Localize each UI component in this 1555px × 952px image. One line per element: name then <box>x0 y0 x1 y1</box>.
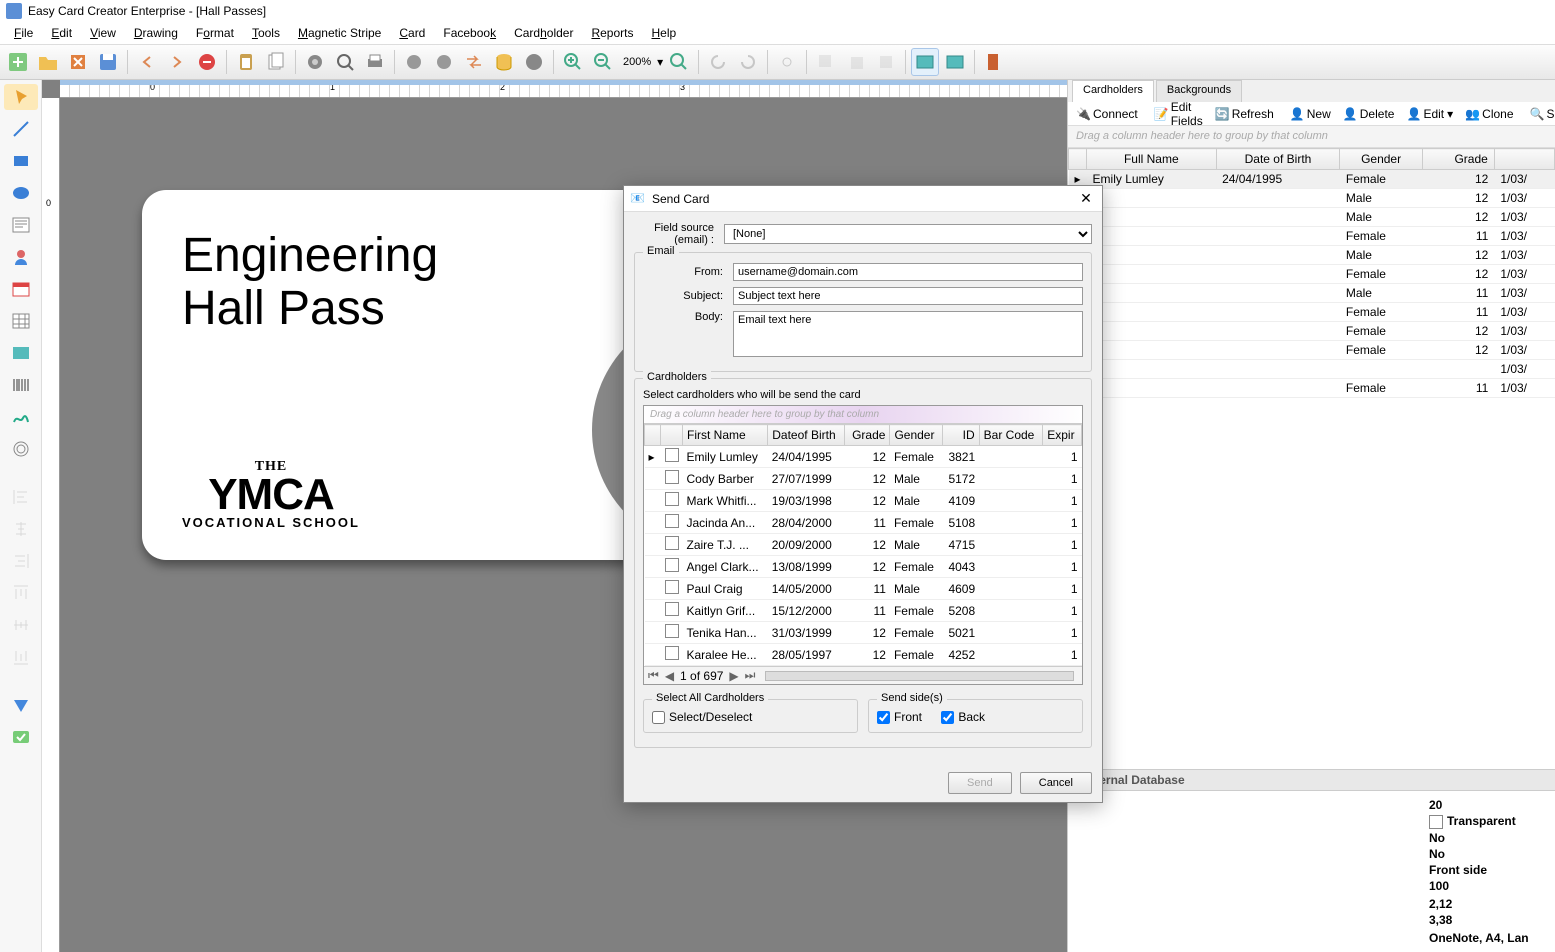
pager-next-icon[interactable]: ▶ <box>729 669 738 683</box>
row-checkbox[interactable] <box>665 536 679 550</box>
row-checkbox[interactable] <box>665 448 679 462</box>
table-row[interactable]: Paul Craig14/05/200011Male46091 <box>645 578 1082 600</box>
pager-last-icon[interactable]: ⏭ <box>745 668 756 683</box>
select-deselect-checkbox[interactable]: Select/Deselect <box>652 710 752 724</box>
subject-input[interactable] <box>733 287 1083 305</box>
front-checkbox[interactable]: Front <box>877 710 922 724</box>
send-card-dialog: 📧 Send Card ✕ Field source (email) : [No… <box>623 185 1103 803</box>
field-source-select[interactable]: [None] <box>724 224 1092 244</box>
cancel-button[interactable]: Cancel <box>1020 772 1092 794</box>
dialog-icon: 📧 <box>630 191 646 207</box>
row-checkbox[interactable] <box>665 470 679 484</box>
body-label: Body: <box>643 311 733 323</box>
dialog-title: Send Card <box>652 192 709 206</box>
row-checkbox[interactable] <box>665 492 679 506</box>
row-checkbox[interactable] <box>665 514 679 528</box>
row-checkbox[interactable] <box>665 602 679 616</box>
pager-scrollbar[interactable] <box>765 671 1074 681</box>
table-row[interactable]: Tenika Han...31/03/199912Female50211 <box>645 622 1082 644</box>
send-button[interactable]: Send <box>948 772 1012 794</box>
table-row[interactable]: Jacinda An...28/04/200011Female51081 <box>645 512 1082 534</box>
table-row[interactable]: Kaitlyn Grif...15/12/200011Female52081 <box>645 600 1082 622</box>
row-checkbox[interactable] <box>665 646 679 660</box>
cardholders-group: Cardholders Select cardholders who will … <box>634 378 1092 748</box>
from-input[interactable] <box>733 263 1083 281</box>
pager-prev-icon[interactable]: ◀ <box>665 669 674 683</box>
back-checkbox[interactable]: Back <box>941 710 985 724</box>
close-button[interactable]: ✕ <box>1076 190 1096 207</box>
subject-label: Subject: <box>643 290 733 302</box>
send-side-group: Send side(s) Front Back <box>868 699 1083 733</box>
pager-text: 1 of 697 <box>680 669 723 683</box>
table-row[interactable]: Angel Clark...13/08/199912Female40431 <box>645 556 1082 578</box>
email-group: Email From: Subject: Body:Email text her… <box>634 252 1092 372</box>
dialog-pager[interactable]: ⏮ ◀ 1 of 697 ▶ ⏭ <box>644 666 1082 684</box>
row-checkbox[interactable] <box>665 558 679 572</box>
row-checkbox[interactable] <box>665 580 679 594</box>
cardholders-hint: Select cardholders who will be send the … <box>643 389 1083 401</box>
row-checkbox[interactable] <box>665 624 679 638</box>
pager-first-icon[interactable]: ⏮ <box>648 668 659 683</box>
dialog-titlebar[interactable]: 📧 Send Card ✕ <box>624 186 1102 212</box>
dialog-grid[interactable]: Drag a column header here to group by th… <box>643 405 1083 685</box>
body-textarea[interactable]: Email text here <box>733 311 1083 357</box>
from-label: From: <box>643 266 733 278</box>
table-row[interactable]: Karalee He...28/05/199712Female42521 <box>645 644 1082 666</box>
field-source-label: Field source (email) : <box>634 222 724 246</box>
table-row[interactable]: Zaire T.J. ...20/09/200012Male47151 <box>645 534 1082 556</box>
table-row[interactable]: ▸Emily Lumley24/04/199512Female38211 <box>645 446 1082 468</box>
table-row[interactable]: Mark Whitfi...19/03/199812Male41091 <box>645 490 1082 512</box>
select-all-group: Select All Cardholders Select/Deselect <box>643 699 858 733</box>
table-row[interactable]: Cody Barber27/07/199912Male51721 <box>645 468 1082 490</box>
